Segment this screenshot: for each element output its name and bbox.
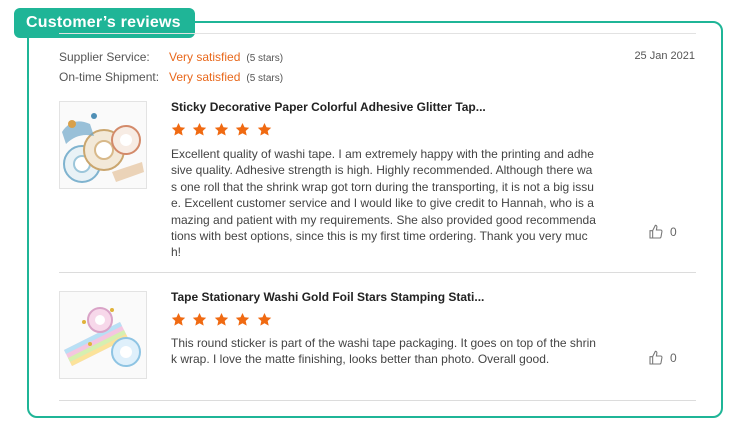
product-title-link[interactable]: Sticky Decorative Paper Colorful Adhesiv… (171, 100, 486, 114)
thumbs-up-icon (649, 350, 663, 365)
star-icon (236, 122, 250, 136)
review-divider (59, 272, 696, 273)
rating-value: Very satisfied (169, 50, 241, 64)
like-count: 0 (670, 225, 677, 239)
rating-value: Very satisfied (169, 70, 241, 84)
rating-count: (5 stars) (246, 53, 284, 64)
review-divider (59, 400, 696, 401)
star-icon (214, 122, 229, 136)
star-icon (236, 312, 250, 326)
star-rating (171, 312, 274, 328)
like-button[interactable]: 0 (648, 350, 677, 366)
product-title-link[interactable]: Tape Stationary Washi Gold Foil Stars St… (171, 290, 484, 304)
star-icon (171, 122, 186, 136)
like-button[interactable]: 0 (648, 224, 677, 240)
washi-tape-image (60, 102, 146, 188)
rating-on-time-shipment: On-time Shipment: Very satisfied (5 stars) (59, 70, 283, 86)
rating-label: On-time Shipment: (59, 70, 160, 84)
washi-tape-image (60, 292, 146, 378)
star-icon (193, 122, 207, 136)
rating-supplier-service: Supplier Service: Very satisfied (5 stars) (59, 50, 283, 66)
divider (59, 33, 696, 34)
review-text: Excellent quality of washi tape. I am ex… (171, 147, 596, 260)
review-text: This round sticker is part of the washi … (171, 336, 596, 367)
like-count: 0 (670, 351, 677, 365)
star-icon (171, 312, 186, 326)
product-thumbnail[interactable] (59, 291, 147, 379)
star-icon (193, 312, 207, 326)
rating-count: (5 stars) (246, 73, 284, 84)
thumbs-up-icon (649, 224, 663, 239)
star-rating (171, 122, 274, 138)
star-icon (214, 312, 229, 326)
star-icon (257, 312, 271, 326)
product-thumbnail[interactable] (59, 101, 147, 189)
review-date: 25 Jan 2021 (634, 50, 695, 62)
rating-label: Supplier Service: (59, 50, 150, 64)
star-icon (257, 122, 271, 136)
